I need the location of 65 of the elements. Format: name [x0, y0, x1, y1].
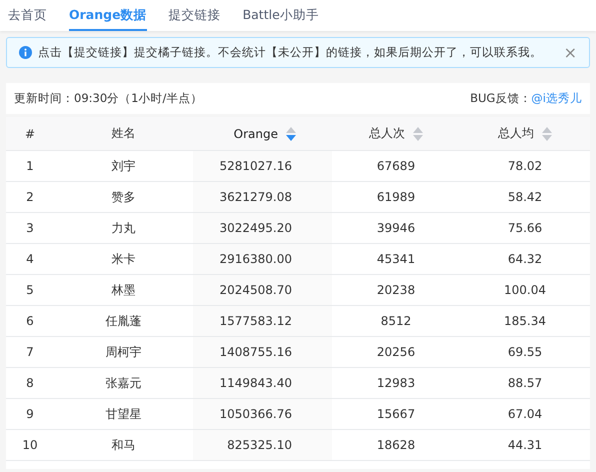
table-cell-text: 任胤蓬 [104, 312, 142, 330]
table-cell-text: 10 [21, 437, 39, 454]
table-cell-text: 20256 [376, 344, 416, 361]
table-cell-text: 67.04 [506, 406, 544, 423]
table-cell-text: 林墨 [110, 282, 136, 298]
table-cell-text: 8 [25, 375, 35, 392]
table-cell: 1149843.40 [193, 368, 332, 398]
table-cell-text: 1 [25, 158, 35, 175]
table-cell-text: 8512 [380, 313, 412, 330]
info-icon [19, 46, 32, 59]
table-cell: 1050366.76 [193, 399, 332, 429]
table-cell: 825325.10 [193, 430, 332, 460]
table-cell-text: 7 [25, 344, 35, 361]
column-header: 姓名 [110, 125, 136, 142]
table-cell: 3621279.08 [193, 182, 332, 212]
column-header[interactable]: 总人均 [460, 117, 590, 150]
column-header[interactable]: Orange [193, 117, 332, 150]
table-cell-text: 15667 [376, 406, 416, 423]
table-cell-text: 88.57 [506, 375, 544, 392]
table-cell-text: 20238 [376, 282, 416, 299]
table-cell-text: 39946 [376, 220, 416, 237]
table-cell-text: 3 [25, 220, 35, 237]
table-cell: 1408755.16 [193, 337, 332, 367]
tab[interactable]: 去首页 [8, 0, 47, 31]
table-cell-text: 力丸 [110, 220, 136, 236]
table-cell-text: 58.42 [506, 189, 544, 206]
table-cell: 5281027.16 [193, 151, 332, 181]
table-cell-text: 78.02 [506, 158, 544, 175]
table-cell-text: 18628 [376, 437, 416, 454]
table-cell-text: 44.31 [506, 437, 544, 454]
table-cell-text: 12983 [376, 375, 416, 392]
table-cell-text: 6 [25, 313, 35, 330]
table-cell-text: 45341 [376, 251, 416, 268]
table-cell-text: 9 [25, 406, 35, 423]
sort-icon[interactable] [286, 126, 296, 140]
sort-icon[interactable] [542, 126, 552, 140]
update-time: 更新时间：09:30分（1小时/半点） [14, 91, 202, 106]
tab[interactable]: 提交链接 [168, 0, 221, 31]
column-header[interactable]: 总人次 [332, 117, 460, 150]
table-cell-text: 甘望星 [104, 406, 142, 422]
column-header: # [24, 126, 36, 142]
table-cell-text: 75.66 [506, 220, 544, 237]
table-cell-text: 64.32 [506, 251, 544, 268]
table-cell-text: 米卡 [110, 250, 136, 268]
table-cell: 2916380.00 [193, 244, 332, 274]
table-cell-text: 61989 [376, 189, 416, 206]
alert-text: 点击【提交链接】提交橘子链接。不会统计【未公开】的链接，如果后期公开了，可以联系我。 [38, 45, 543, 60]
table-cell-text: 张嘉元 [104, 374, 142, 392]
table-cell: 2024508.70 [193, 275, 332, 305]
table-cell-text: 2 [25, 189, 35, 206]
table-cell-text: 刘宇 [110, 158, 136, 174]
table-cell-text: 4 [25, 251, 35, 268]
tab[interactable]: Battle小助手 [242, 0, 319, 31]
feedback-label: BUG反馈： [470, 91, 532, 106]
sort-icon[interactable] [413, 126, 423, 140]
table-cell-text: 67689 [376, 158, 416, 175]
table-cell-text: 5 [25, 282, 35, 299]
table-cell: 1577583.12 [193, 306, 332, 336]
table-cell-text: 69.55 [506, 344, 544, 361]
table-cell-text: 185.34 [503, 313, 547, 330]
table-cell-text: 100.04 [503, 282, 547, 299]
table-cell-text: 赞多 [110, 188, 136, 206]
table-cell: 3022495.20 [193, 213, 332, 243]
table-cell-text: 和马 [110, 436, 136, 454]
table-cell-text: 周柯宇 [104, 344, 142, 360]
